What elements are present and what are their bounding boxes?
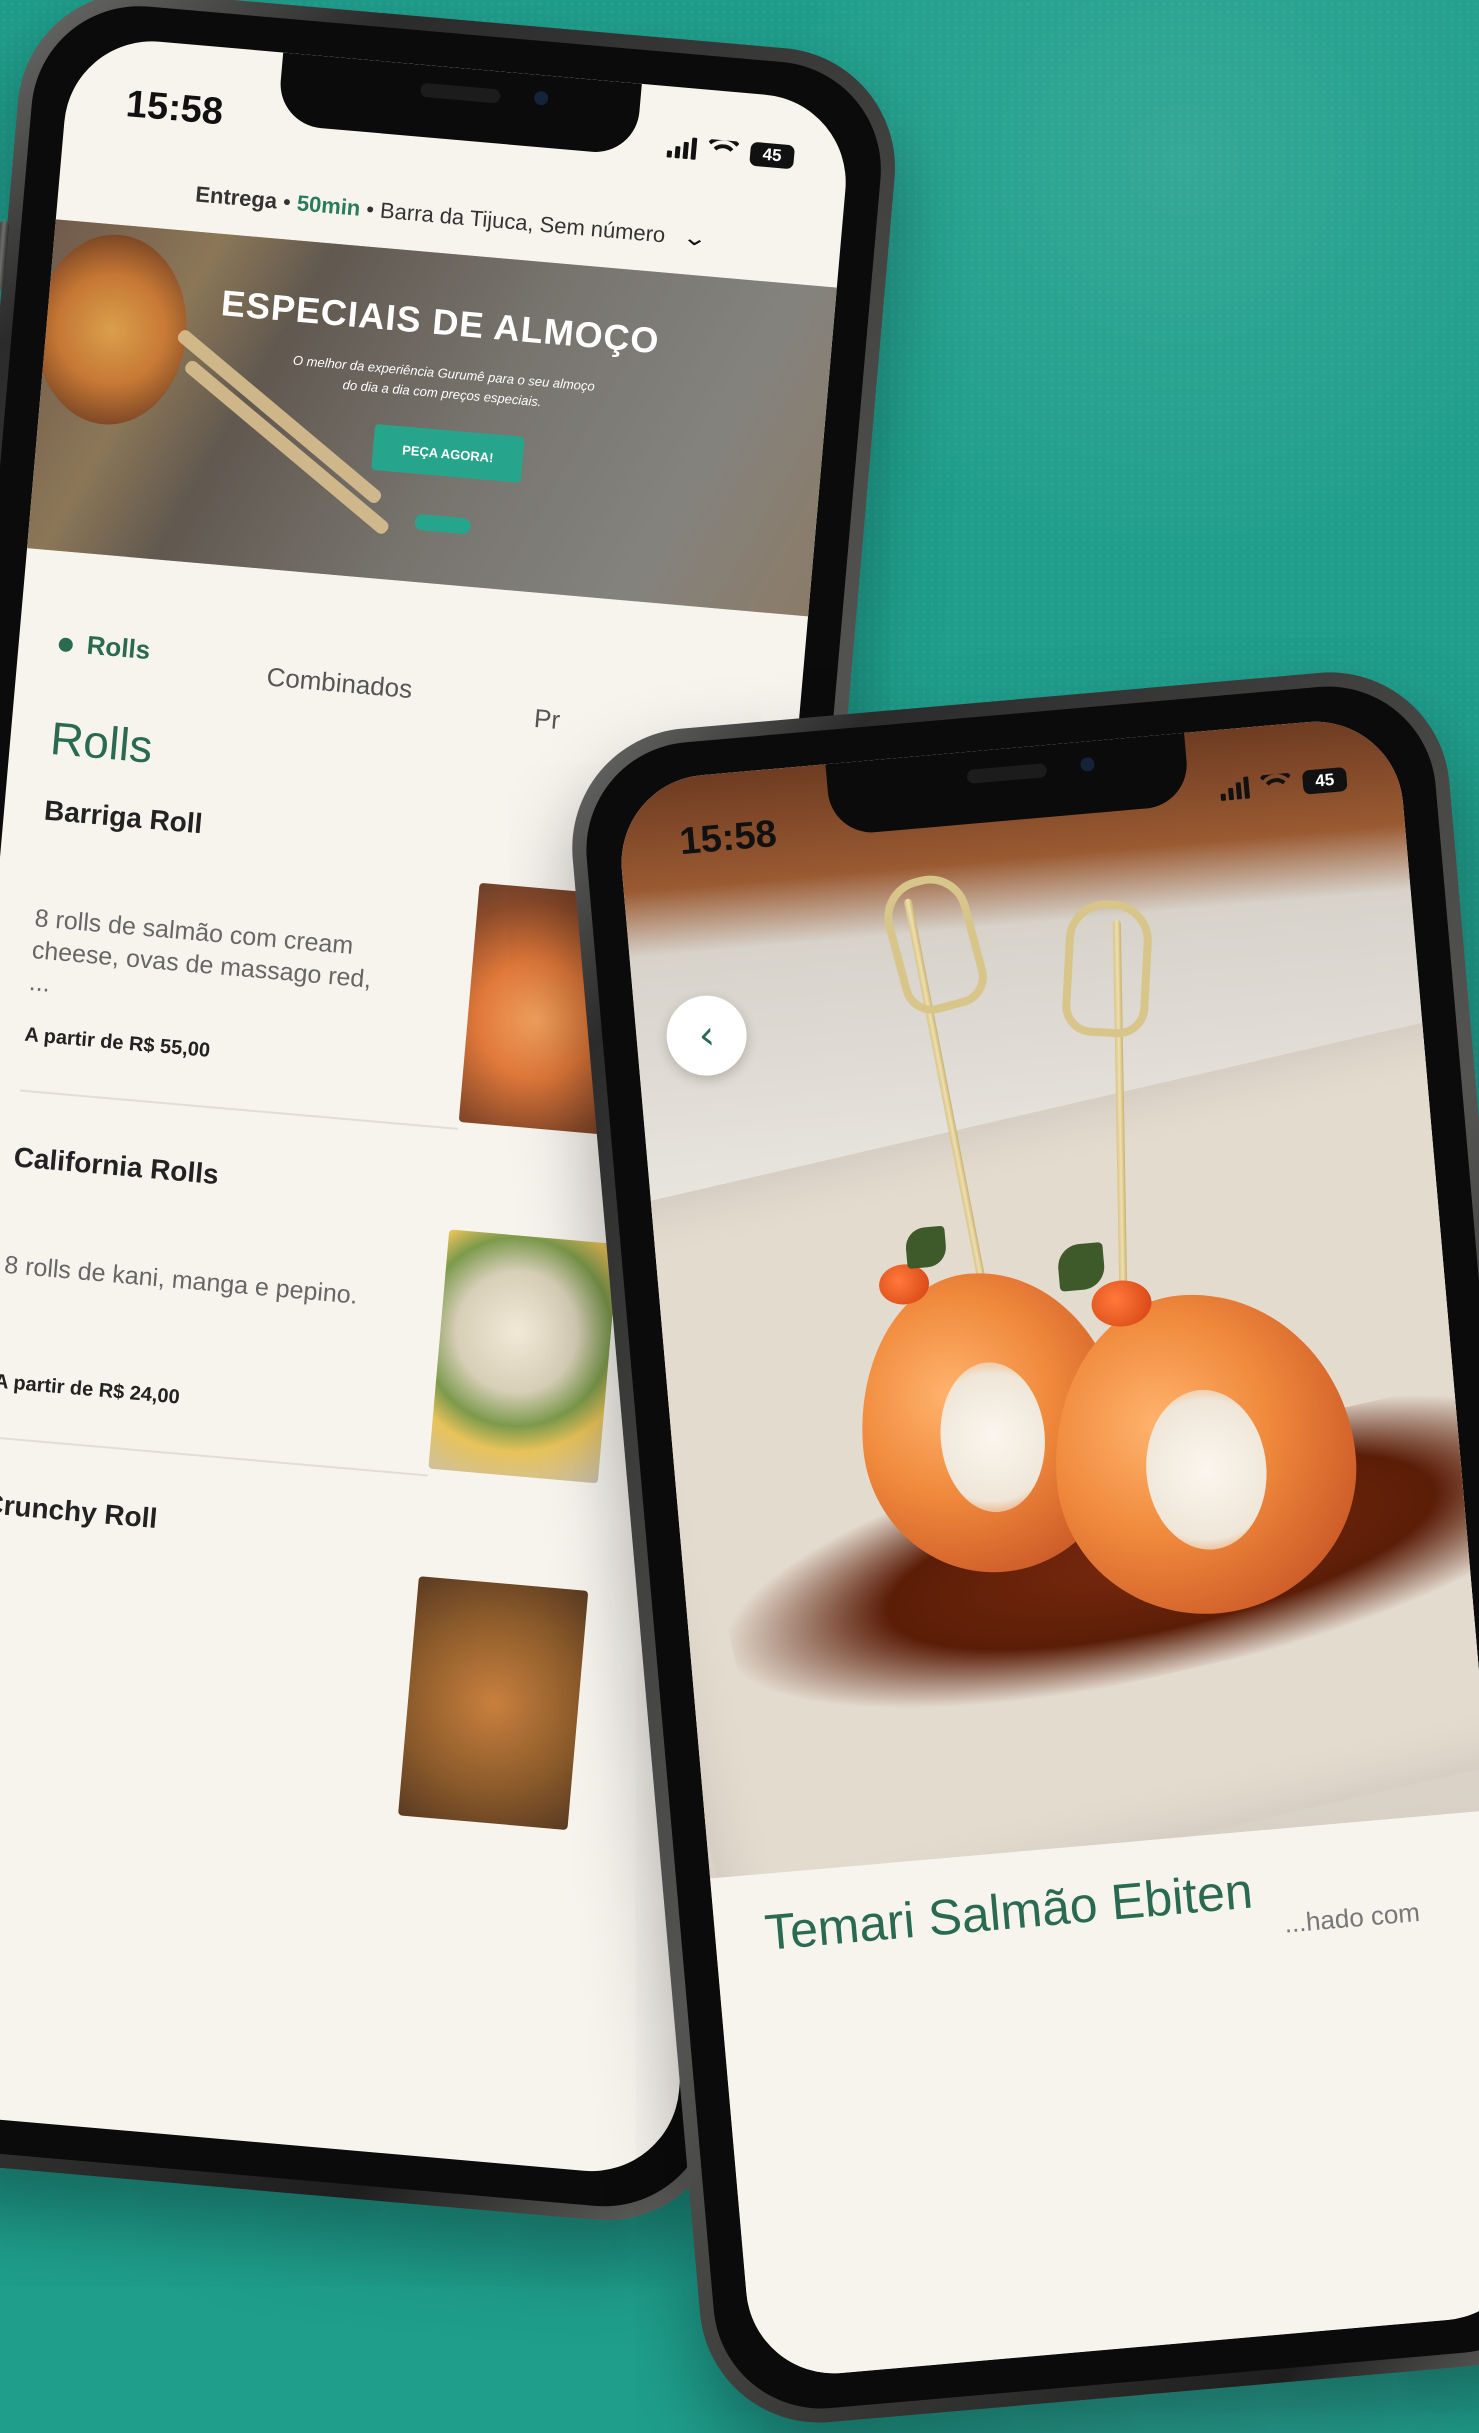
delivery-address: Barra da Tijuca, Sem número	[379, 197, 667, 248]
divider	[19, 1089, 459, 1130]
banner-food-image	[28, 228, 195, 431]
notch	[276, 52, 642, 156]
banner-subtitle: O melhor da experiência Gurumê para o se…	[292, 352, 596, 410]
chevron-down-icon[interactable]: ⌄	[680, 224, 709, 252]
product-title: Temari Salmão Ebiten	[762, 1862, 1255, 1961]
phone-bezel: 15:58 45 ‹ Temari Salmão Ebiten ...hado …	[577, 677, 1479, 2418]
menu-item-crunchy-roll[interactable]: Crunchy Roll	[0, 1488, 702, 1879]
battery-icon: 45	[749, 141, 796, 170]
menu-item-description: 8 rolls de salmão com cream cheese, ovas…	[28, 904, 373, 998]
phone-product-screen: 15:58 45 ‹ Temari Salmão Ebiten ...hado …	[562, 662, 1479, 2433]
chevron-left-icon: ‹	[696, 1012, 717, 1060]
divider	[0, 1436, 428, 1477]
signal-icon	[1219, 776, 1251, 801]
product-info-panel: Temari Salmão Ebiten ...hado com	[710, 1810, 1479, 2381]
menu-item-photo	[398, 1576, 589, 1831]
delivery-mode: Entrega	[194, 181, 279, 214]
menu-item-price: A partir de R$ 24,00	[0, 1370, 181, 1409]
menu-item-description: 8 rolls de kani, manga e pepino.	[3, 1250, 359, 1310]
status-time: 15:58	[677, 812, 779, 864]
active-dot-icon	[58, 637, 74, 653]
menu-item-photo	[428, 1229, 619, 1484]
tab-partial[interactable]: Pr	[533, 703, 562, 736]
status-time: 15:58	[124, 83, 225, 134]
battery-icon: 45	[1301, 766, 1348, 795]
product-description: ...hado com	[1283, 1896, 1422, 1939]
delivery-time: 50min	[295, 190, 362, 221]
mute-switch	[0, 220, 10, 292]
product-screen: 15:58 45 ‹ Temari Salmão Ebiten ...hado …	[614, 714, 1479, 2381]
signal-icon	[666, 135, 698, 160]
carousel-indicator[interactable]	[414, 513, 472, 535]
order-now-button[interactable]: PEÇA AGORA!	[371, 423, 525, 483]
promo-banner[interactable]: ESPECIAIS DE ALMOÇO O melhor da experiên…	[27, 219, 837, 617]
wifi-icon	[707, 138, 740, 164]
wifi-icon	[1260, 772, 1292, 798]
skewer-knot-image	[875, 866, 994, 1021]
status-icons: 45	[666, 134, 796, 170]
tab-combinados[interactable]: Combinados	[265, 662, 413, 706]
tab-rolls[interactable]: Rolls	[58, 627, 152, 666]
product-photo	[614, 714, 1479, 1942]
menu-item-price: A partir de R$ 55,00	[23, 1023, 211, 1062]
banner-chopsticks-image	[175, 327, 384, 506]
section-title: Rolls	[48, 711, 155, 773]
skewer-knot-image-2	[1060, 898, 1154, 1039]
